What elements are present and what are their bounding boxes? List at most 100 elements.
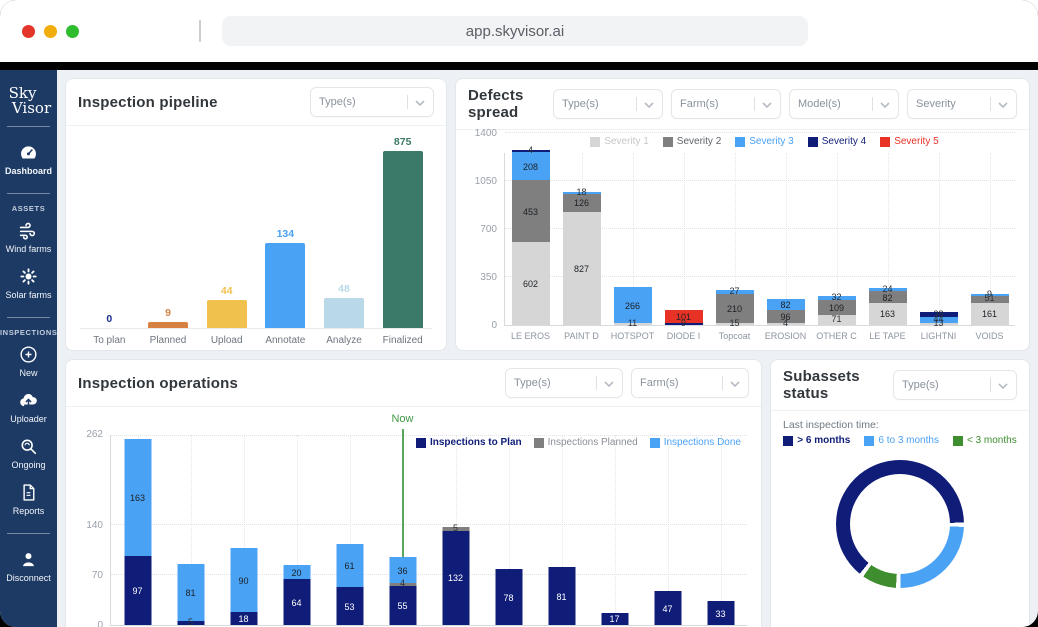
bar-segment-value: 161 [963,309,1017,319]
stacked-bar-group: 53 61 [323,435,376,625]
chevron-down-icon [762,95,772,113]
filter-dropdown-severity[interactable]: Severity [907,89,1017,119]
operations-legend: Inspections to PlanInspections PlannedIn… [416,437,741,448]
stacked-bar: 6024532084 [512,141,550,325]
bar-segment-value: 38 [912,309,966,319]
bar-segment-value: 81 [169,588,212,598]
bar-value-label: 48 [338,283,350,295]
bar-segment-value: 47 [646,604,689,614]
y-axis-tick-label: 0 [463,320,497,331]
bar-segment-value: 602 [504,279,558,289]
sidebar-item-ongoing[interactable]: Ongoing [0,431,57,477]
browser-chrome: app.skyvisor.ai [0,0,1038,62]
y-axis-tick-label: 700 [463,224,497,235]
sidebar-item-reports[interactable]: Reports [0,477,57,523]
filter-dropdown-types[interactable]: Type(s) [310,87,434,117]
bar-segment-value: 132 [434,573,477,583]
sidebar-item-uploader[interactable]: Uploader [0,385,57,431]
legend-label: > 6 months [797,435,850,446]
sidebar-item-label: Reports [13,506,45,516]
browser-window: app.skyvisor.ai Sky Visor Dashboard ASSET… [0,0,1038,627]
stacked-bar-group: 581 [164,435,217,625]
app-root: Sky Visor Dashboard ASSETS Wind farms Solar… [0,70,1038,627]
stacked-bar-group: 49682 [760,153,811,325]
sidebar-item-dashboard[interactable]: Dashboard [0,137,57,183]
chevron-down-icon [730,374,740,392]
y-axis-tick-label: 140 [69,520,103,531]
toolbar-separator [199,20,201,42]
now-marker-line [402,429,404,557]
filter-dropdown-farms[interactable]: Farm(s) [631,368,749,398]
minimize-window-button[interactable] [44,25,57,38]
y-axis-tick-label: 70 [69,570,103,581]
bar-segment-value: 78 [487,593,530,603]
stacked-bar-group: 9101 [658,153,709,325]
sidebar-item-wind-farms[interactable]: Wind farms [0,215,57,261]
bar-value-label: 0 [106,313,112,325]
bar-segment-value: 4 [381,578,424,588]
bar-category-label: PAINT D [556,325,607,341]
bar-segment-value: 55 [381,601,424,611]
y-axis-max-label: 262 [69,429,103,440]
sidebar-item-solar-farms[interactable]: Solar farms [0,261,57,307]
filter-dropdown-types[interactable]: Type(s) [553,89,663,119]
stacked-bar: 81 [548,435,575,625]
filter-dropdown-farms[interactable]: Farm(s) [671,89,781,119]
stacked-bar-group: 81 [535,435,588,625]
sidebar-item-new[interactable]: New [0,339,57,385]
bar-segment-value: 53 [328,602,371,612]
sidebar-item-label: Dashboard [5,166,52,176]
stacked-bar-group: 1521027 [709,153,760,325]
bar-segment-value: 163 [861,309,915,319]
filter-dropdown-label: Type(s) [562,98,629,110]
maximize-window-button[interactable] [66,25,79,38]
legend-swatch [650,438,660,448]
bar-segment-value: 18 [222,614,265,624]
stacked-bar-group: 134438 [913,153,964,325]
legend-item--6-months: > 6 months [783,435,850,446]
legend-swatch [416,438,426,448]
bar-segment-value: 453 [504,207,558,217]
pipeline-bar-group: 9Planned [139,136,198,348]
app-logo[interactable]: Sky Visor [0,86,57,116]
stacked-bar: 581 [177,435,204,625]
sidebar-section-inspections: INSPECTIONS [0,328,57,337]
sidebar-section-assets: ASSETS [0,204,57,213]
sidebar-item-label: Wind farms [6,244,52,254]
stacked-bar-group: 97163 [111,435,164,625]
gauge-icon [18,142,39,163]
bar-category-label: Upload [197,328,256,348]
card-title-inspection-pipeline: Inspection pipeline [78,94,218,111]
pipeline-bar [265,243,305,328]
dropdown-separator [596,376,597,390]
url-bar[interactable]: app.skyvisor.ai [222,16,808,46]
bar-segment-value: 109 [810,303,864,313]
close-window-button[interactable] [22,25,35,38]
y-axis-tick-label: 1050 [463,176,497,187]
bar-segment-value: 61 [328,561,371,571]
url-text: app.skyvisor.ai [466,23,564,40]
sun-icon [18,266,39,287]
pipeline-bar [383,151,423,328]
bar-segment-value: 27 [708,286,762,296]
defects-plot: 0350700105014006024532084827126181126691… [504,153,1015,326]
dropdown-separator [722,376,723,390]
legend-item-inspections-planned: Inspections Planned [534,437,638,448]
bar-segment-value: 4 [504,145,558,155]
bar-segment-value: 81 [540,592,583,602]
document-icon [18,482,39,503]
operations-plot: 0701402629716358118906420536155436132578… [110,435,747,626]
filter-dropdown-types[interactable]: Type(s) [505,368,623,398]
sidebar-item-disconnect[interactable]: Disconnect [0,544,57,590]
sidebar-item-label: Ongoing [11,460,45,470]
filter-dropdown-models[interactable]: Model(s) [789,89,899,119]
legend-swatch [808,137,818,147]
sidebar-divider [7,126,50,127]
donut-hole [850,474,950,574]
bar-segment-value: 96 [759,312,813,322]
subassets-donut-chart [836,460,964,588]
bar-category-label: Planned [139,328,198,348]
filter-dropdown-label: Farm(s) [680,98,747,110]
filter-dropdown-types[interactable]: Type(s) [893,370,1017,400]
bar-category-label: Finalized [373,328,432,348]
